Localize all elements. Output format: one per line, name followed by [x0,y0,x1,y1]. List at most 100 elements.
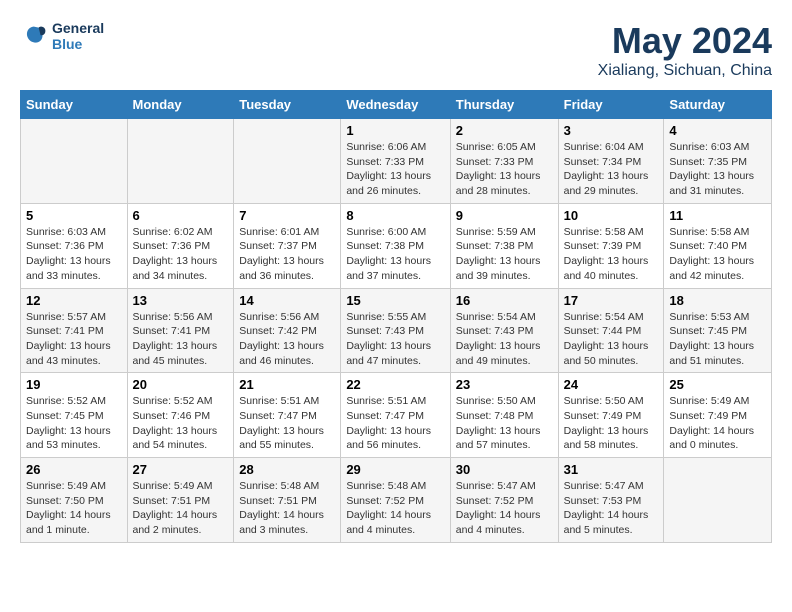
logo-icon [20,22,48,50]
day-cell-18: 18 Sunrise: 5:53 AM Sunset: 7:45 PM Dayli… [664,288,772,373]
day-info: Sunrise: 6:01 AM Sunset: 7:37 PM Dayligh… [239,225,335,284]
week-row-5: 26Sunrise: 5:49 AM Sunset: 7:50 PM Dayli… [21,458,772,543]
day-info: Sunrise: 5:53 AM Sunset: 7:45 PM Dayligh… [669,310,766,369]
calendar-table: SundayMondayTuesdayWednesdayThursdayFrid… [20,90,772,543]
day-cell-31: 31 Sunrise: 5:47 AM Sunset: 7:53 PM Dayli… [558,458,664,543]
day-cell-22: 22Sunrise: 5:51 AM Sunset: 7:47 PM Dayli… [341,373,450,458]
day-number: 4 [669,123,766,138]
day-info: Sunrise: 6:04 AM Sunset: 7:34 PM Dayligh… [564,140,659,199]
weekday-header-tuesday: Tuesday [234,91,341,119]
day-info: Sunrise: 5:54 AM Sunset: 7:43 PM Dayligh… [456,310,553,369]
day-cell-25: 25 Sunrise: 5:49 AM Sunset: 7:49 PM Dayli… [664,373,772,458]
location-title: Xialiang, Sichuan, China [598,62,772,80]
day-info: Sunrise: 5:52 AM Sunset: 7:45 PM Dayligh… [26,394,122,453]
day-cell-12: 12 Sunrise: 5:57 AM Sunset: 7:41 PM Dayli… [21,288,128,373]
day-cell-30: 30 Sunrise: 5:47 AM Sunset: 7:52 PM Dayli… [450,458,558,543]
day-number: 29 [346,462,444,477]
title-block: May 2024 Xialiang, Sichuan, China [598,20,772,80]
day-number: 14 [239,293,335,308]
day-info: Sunrise: 6:06 AM Sunset: 7:33 PM Dayligh… [346,140,444,199]
week-row-3: 12 Sunrise: 5:57 AM Sunset: 7:41 PM Dayli… [21,288,772,373]
day-number: 8 [346,208,444,223]
month-title: May 2024 [598,20,772,62]
day-number: 6 [133,208,229,223]
day-number: 7 [239,208,335,223]
day-number: 5 [26,208,122,223]
empty-cell [21,119,128,204]
day-cell-3: 3 Sunrise: 6:04 AM Sunset: 7:34 PM Daylig… [558,119,664,204]
day-cell-26: 26Sunrise: 5:49 AM Sunset: 7:50 PM Dayli… [21,458,128,543]
day-cell-17: 17 Sunrise: 5:54 AM Sunset: 7:44 PM Dayli… [558,288,664,373]
week-row-4: 19 Sunrise: 5:52 AM Sunset: 7:45 PM Dayli… [21,373,772,458]
day-number: 25 [669,377,766,392]
day-info: Sunrise: 5:47 AM Sunset: 7:52 PM Dayligh… [456,479,553,538]
day-info: Sunrise: 6:03 AM Sunset: 7:35 PM Dayligh… [669,140,766,199]
day-number: 23 [456,377,553,392]
day-cell-1: 1 Sunrise: 6:06 AM Sunset: 7:33 PM Daylig… [341,119,450,204]
day-info: Sunrise: 5:51 AM Sunset: 7:47 PM Dayligh… [346,394,444,453]
week-row-2: 5 Sunrise: 6:03 AM Sunset: 7:36 PM Daylig… [21,203,772,288]
day-info: Sunrise: 5:55 AM Sunset: 7:43 PM Dayligh… [346,310,444,369]
day-cell-24: 24Sunrise: 5:50 AM Sunset: 7:49 PM Dayli… [558,373,664,458]
day-number: 12 [26,293,122,308]
day-cell-14: 14Sunrise: 5:56 AM Sunset: 7:42 PM Dayli… [234,288,341,373]
day-number: 18 [669,293,766,308]
weekday-header-saturday: Saturday [664,91,772,119]
day-cell-15: 15 Sunrise: 5:55 AM Sunset: 7:43 PM Dayli… [341,288,450,373]
day-number: 9 [456,208,553,223]
day-info: Sunrise: 5:50 AM Sunset: 7:48 PM Dayligh… [456,394,553,453]
day-number: 28 [239,462,335,477]
day-cell-29: 29 Sunrise: 5:48 AM Sunset: 7:52 PM Dayli… [341,458,450,543]
day-number: 1 [346,123,444,138]
day-info: Sunrise: 5:50 AM Sunset: 7:49 PM Dayligh… [564,394,659,453]
day-number: 19 [26,377,122,392]
day-info: Sunrise: 5:54 AM Sunset: 7:44 PM Dayligh… [564,310,659,369]
day-cell-5: 5 Sunrise: 6:03 AM Sunset: 7:36 PM Daylig… [21,203,128,288]
day-number: 16 [456,293,553,308]
day-info: Sunrise: 5:48 AM Sunset: 7:52 PM Dayligh… [346,479,444,538]
day-cell-27: 27Sunrise: 5:49 AM Sunset: 7:51 PM Dayli… [127,458,234,543]
day-number: 21 [239,377,335,392]
day-cell-7: 7 Sunrise: 6:01 AM Sunset: 7:37 PM Daylig… [234,203,341,288]
day-info: Sunrise: 5:48 AM Sunset: 7:51 PM Dayligh… [239,479,335,538]
day-cell-21: 21 Sunrise: 5:51 AM Sunset: 7:47 PM Dayli… [234,373,341,458]
empty-cell [127,119,234,204]
day-cell-19: 19 Sunrise: 5:52 AM Sunset: 7:45 PM Dayli… [21,373,128,458]
day-number: 17 [564,293,659,308]
day-info: Sunrise: 6:05 AM Sunset: 7:33 PM Dayligh… [456,140,553,199]
day-number: 10 [564,208,659,223]
week-row-1: 1 Sunrise: 6:06 AM Sunset: 7:33 PM Daylig… [21,119,772,204]
day-cell-20: 20Sunrise: 5:52 AM Sunset: 7:46 PM Dayli… [127,373,234,458]
day-number: 27 [133,462,229,477]
day-info: Sunrise: 5:58 AM Sunset: 7:39 PM Dayligh… [564,225,659,284]
day-number: 26 [26,462,122,477]
weekday-header-row: SundayMondayTuesdayWednesdayThursdayFrid… [21,91,772,119]
day-cell-23: 23 Sunrise: 5:50 AM Sunset: 7:48 PM Dayli… [450,373,558,458]
day-number: 3 [564,123,659,138]
weekday-header-sunday: Sunday [21,91,128,119]
day-number: 15 [346,293,444,308]
weekday-header-monday: Monday [127,91,234,119]
day-cell-28: 28 Sunrise: 5:48 AM Sunset: 7:51 PM Dayli… [234,458,341,543]
day-info: Sunrise: 5:49 AM Sunset: 7:49 PM Dayligh… [669,394,766,453]
day-info: Sunrise: 5:58 AM Sunset: 7:40 PM Dayligh… [669,225,766,284]
day-cell-4: 4 Sunrise: 6:03 AM Sunset: 7:35 PM Daylig… [664,119,772,204]
day-cell-9: 9Sunrise: 5:59 AM Sunset: 7:38 PM Daylig… [450,203,558,288]
day-info: Sunrise: 5:52 AM Sunset: 7:46 PM Dayligh… [133,394,229,453]
day-cell-13: 13Sunrise: 5:56 AM Sunset: 7:41 PM Dayli… [127,288,234,373]
day-info: Sunrise: 5:57 AM Sunset: 7:41 PM Dayligh… [26,310,122,369]
day-info: Sunrise: 6:02 AM Sunset: 7:36 PM Dayligh… [133,225,229,284]
day-number: 31 [564,462,659,477]
logo-line1: General [52,20,104,36]
day-info: Sunrise: 5:51 AM Sunset: 7:47 PM Dayligh… [239,394,335,453]
empty-cell [664,458,772,543]
day-cell-6: 6 Sunrise: 6:02 AM Sunset: 7:36 PM Daylig… [127,203,234,288]
day-info: Sunrise: 6:03 AM Sunset: 7:36 PM Dayligh… [26,225,122,284]
logo: General Blue [20,20,104,52]
day-cell-8: 8Sunrise: 6:00 AM Sunset: 7:38 PM Daylig… [341,203,450,288]
day-number: 2 [456,123,553,138]
day-cell-16: 16 Sunrise: 5:54 AM Sunset: 7:43 PM Dayli… [450,288,558,373]
day-number: 30 [456,462,553,477]
day-number: 13 [133,293,229,308]
day-info: Sunrise: 5:47 AM Sunset: 7:53 PM Dayligh… [564,479,659,538]
